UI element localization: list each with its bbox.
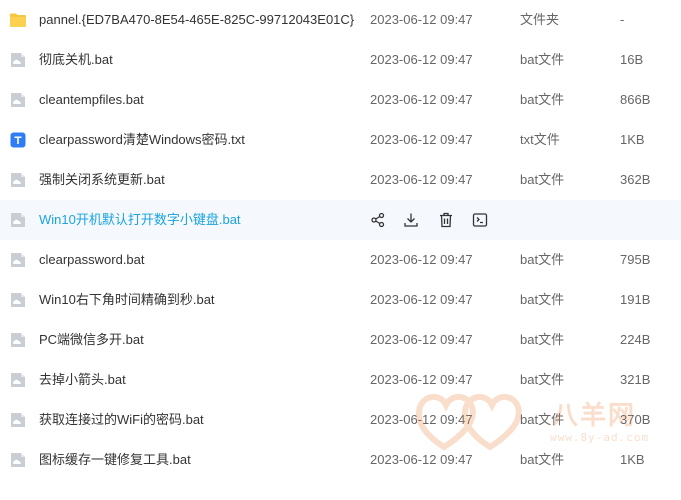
download-icon[interactable]: [402, 211, 420, 229]
bat-file-icon: [9, 371, 27, 389]
file-type: 文件夹: [520, 12, 560, 27]
file-size: 362B: [620, 172, 651, 187]
file-type: txt文件: [520, 132, 560, 147]
file-type: bat文件: [520, 412, 565, 427]
file-name[interactable]: 去掉小箭头.bat: [39, 371, 126, 389]
file-size: 866B: [620, 92, 651, 107]
bat-file-icon: [9, 251, 27, 269]
bat-file-icon: [9, 411, 27, 429]
bat-file-icon: [9, 51, 27, 69]
file-modified: 2023-06-12 09:47: [370, 132, 473, 147]
file-name[interactable]: Win10右下角时间精确到秒.bat: [39, 291, 215, 309]
file-name[interactable]: 彻底关机.bat: [39, 51, 113, 69]
file-type: bat文件: [520, 52, 565, 67]
file-name[interactable]: 获取连接过的WiFi的密码.bat: [39, 411, 204, 429]
delete-icon[interactable]: [437, 211, 455, 229]
file-modified: 2023-06-12 09:47: [370, 52, 473, 67]
file-size: -: [620, 12, 625, 27]
file-name[interactable]: clearpassword清楚Windows密码.txt: [39, 131, 245, 149]
file-size: 191B: [620, 292, 651, 307]
file-row[interactable]: 去掉小箭头.bat 2023-06-12 09:47 bat文件 321B: [0, 360, 681, 400]
rename-icon[interactable]: [471, 211, 489, 229]
file-size: 224B: [620, 332, 651, 347]
file-row[interactable]: clearpassword.bat 2023-06-12 09:47 bat文件…: [0, 240, 681, 280]
file-type: bat文件: [520, 372, 565, 387]
file-row[interactable]: 获取连接过的WiFi的密码.bat 2023-06-12 09:47 bat文件…: [0, 400, 681, 440]
file-modified: 2023-06-12 09:47: [370, 252, 473, 267]
file-size: 1KB: [620, 452, 645, 467]
bat-file-icon: [9, 211, 27, 229]
file-type: bat文件: [520, 292, 565, 307]
file-modified: 2023-06-12 09:47: [370, 372, 473, 387]
file-type: bat文件: [520, 332, 565, 347]
file-row[interactable]: 图标缓存一键修复工具.bat 2023-06-12 09:47 bat文件 1K…: [0, 440, 681, 480]
bat-file-icon: [9, 451, 27, 469]
file-type: bat文件: [520, 92, 565, 107]
file-modified: 2023-06-12 09:47: [370, 452, 473, 467]
txt-file-icon: [9, 131, 27, 149]
share-icon[interactable]: [369, 211, 387, 229]
file-modified: 2023-06-12 09:47: [370, 292, 473, 307]
file-list: pannel.{ED7BA470-8E54-465E-825C-99712043…: [0, 0, 681, 500]
file-name[interactable]: 图标缓存一键修复工具.bat: [39, 451, 191, 469]
file-name[interactable]: clearpassword.bat: [39, 251, 145, 269]
file-name[interactable]: pannel.{ED7BA470-8E54-465E-825C-99712043…: [39, 11, 354, 29]
file-name[interactable]: PC端微信多开.bat: [39, 331, 144, 349]
file-size: 16B: [620, 52, 644, 67]
file-row[interactable]: 彻底关机.bat 2023-06-12 09:47 bat文件 16B: [0, 40, 681, 80]
file-modified: 2023-06-12 09:47: [370, 12, 473, 27]
file-name[interactable]: 强制关闭系统更新.bat: [39, 171, 165, 189]
file-row[interactable]: Win10右下角时间精确到秒.bat 2023-06-12 09:47 bat文…: [0, 280, 681, 320]
file-size: 795B: [620, 252, 651, 267]
file-row[interactable]: pannel.{ED7BA470-8E54-465E-825C-99712043…: [0, 0, 681, 40]
file-row-hovered[interactable]: Win10开机默认打开数字小键盘.bat: [0, 200, 681, 240]
bat-file-icon: [9, 291, 27, 309]
file-modified: 2023-06-12 09:47: [370, 92, 473, 107]
file-type: bat文件: [520, 452, 565, 467]
file-modified: 2023-06-12 09:47: [370, 412, 473, 427]
file-row[interactable]: PC端微信多开.bat 2023-06-12 09:47 bat文件 224B: [0, 320, 681, 360]
bat-file-icon: [9, 171, 27, 189]
file-row[interactable]: clearpassword清楚Windows密码.txt 2023-06-12 …: [0, 120, 681, 160]
file-type: bat文件: [520, 172, 565, 187]
bat-file-icon: [9, 331, 27, 349]
bat-file-icon: [9, 91, 27, 109]
file-size: 321B: [620, 372, 651, 387]
file-modified: 2023-06-12 09:47: [370, 172, 473, 187]
file-modified: 2023-06-12 09:47: [370, 332, 473, 347]
file-size: 1KB: [620, 132, 645, 147]
folder-icon: [9, 11, 27, 29]
file-name[interactable]: Win10开机默认打开数字小键盘.bat: [39, 211, 241, 229]
file-row[interactable]: cleantempfiles.bat 2023-06-12 09:47 bat文…: [0, 80, 681, 120]
file-size: 370B: [620, 412, 651, 427]
file-row[interactable]: 强制关闭系统更新.bat 2023-06-12 09:47 bat文件 362B: [0, 160, 681, 200]
file-name[interactable]: cleantempfiles.bat: [39, 91, 144, 109]
file-type: bat文件: [520, 252, 565, 267]
